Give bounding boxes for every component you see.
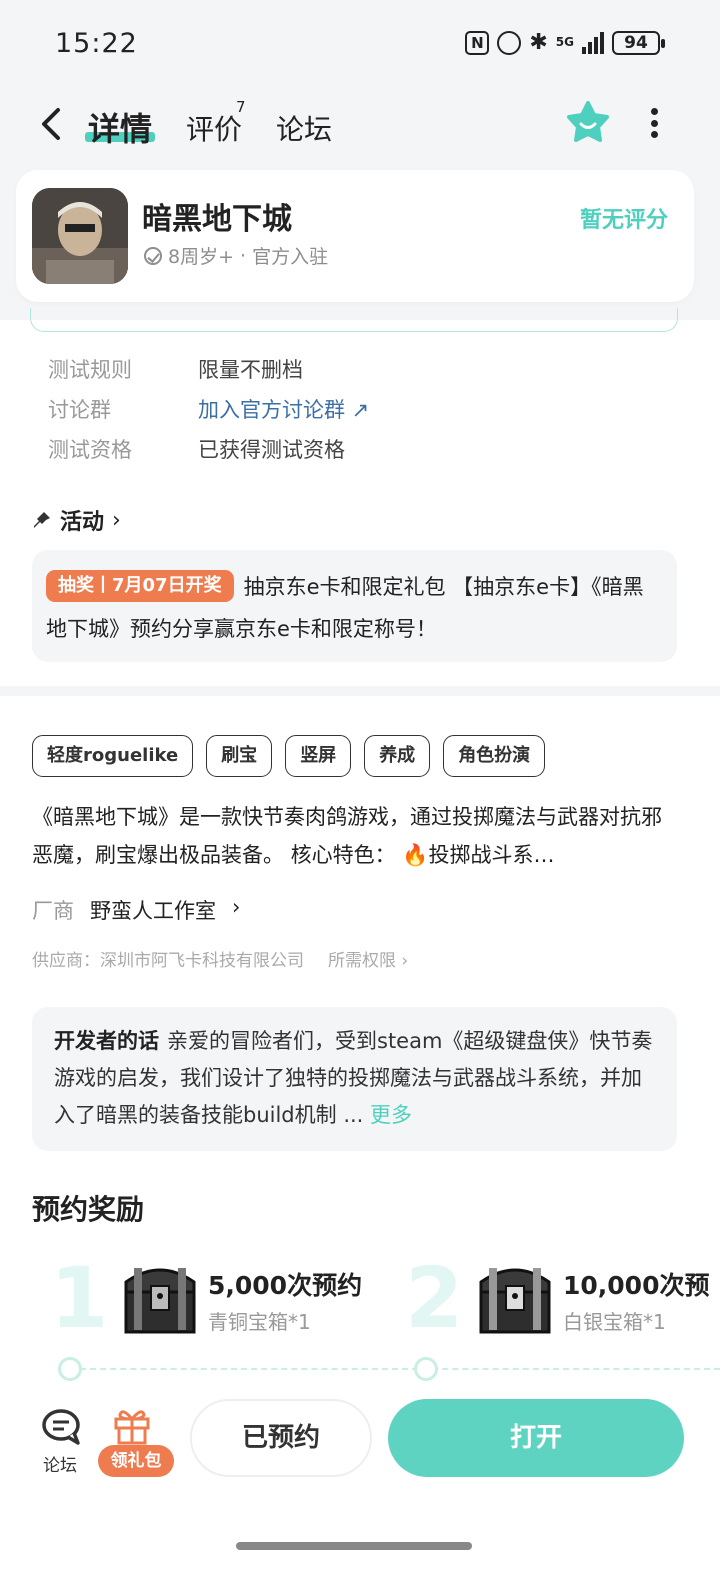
- external-link-icon: ↗: [345, 398, 370, 422]
- page: 15:22 N ✱ 5G 94 详情 评价 7 论坛 暗黑地下城 8周岁+ · …: [0, 0, 720, 1595]
- supplier-row: 供应商：深圳市阿飞卡科技有限公司 所需权限 ›: [32, 946, 408, 971]
- developer-note-card[interactable]: 开发者的话 亲爱的冒险者们，受到steam《超级键盘侠》快节奏游戏的启发，我们设计…: [32, 1007, 677, 1151]
- info-row-group: 讨论群 加入官方讨论群 ↗: [48, 394, 369, 424]
- more-link[interactable]: 更多: [370, 1103, 412, 1127]
- battery-level: 94: [624, 32, 648, 53]
- card-edge: [30, 308, 678, 332]
- tag-loot[interactable]: 刷宝: [206, 735, 273, 777]
- tab-reviews[interactable]: 评价: [186, 108, 242, 148]
- activity-card[interactable]: 抽奖丨7月07日开奖 抽京东e卡和限定礼包 【抽京东e卡】《暗黑地下城》预约分享赢…: [32, 550, 677, 662]
- game-description[interactable]: 《暗黑地下城》是一款快节奏肉鸽游戏，通过投掷魔法与武器对抗邪恶魔，刷宝爆出极品装…: [32, 798, 682, 874]
- info-value: 限量不删档: [198, 358, 303, 382]
- activity-title: 活动: [60, 510, 105, 535]
- reward-prize: 青铜宝箱*1: [208, 1310, 311, 1334]
- app-header-card: 暗黑地下城 8周岁+ · 官方入驻 暂无评分: [16, 170, 694, 302]
- tag-list: 轻度roguelike 刷宝 竖屏 养成 角色扮演: [32, 735, 546, 777]
- bluetooth-icon: ✱: [529, 30, 548, 55]
- join-group-link[interactable]: 加入官方讨论群 ↗: [198, 394, 369, 424]
- status-icons: N ✱ 5G 94: [465, 30, 665, 55]
- tab-forum[interactable]: 论坛: [276, 108, 332, 148]
- reward-prize: 白银宝箱*1: [563, 1310, 666, 1334]
- favorite-star-icon[interactable]: [565, 100, 611, 146]
- app-icon[interactable]: [32, 188, 128, 284]
- developer-note-title: 开发者的话: [54, 1029, 159, 1053]
- reward-rank: 1: [50, 1249, 109, 1347]
- maker-name: 野蛮人工作室: [90, 899, 216, 923]
- reward-rank: 2: [405, 1250, 464, 1347]
- permissions-link[interactable]: 所需权限 ›: [328, 946, 408, 971]
- activity-header[interactable]: 活动 ›: [32, 504, 121, 536]
- battery-icon: 94: [612, 30, 665, 55]
- tag-portrait[interactable]: 竖屏: [285, 735, 352, 777]
- info-row-qualification: 测试资格 已获得测试资格: [48, 434, 345, 464]
- maker-label: 厂商: [32, 899, 74, 923]
- bottom-action-bar: 论坛 领礼包 已预约 打开: [0, 1385, 720, 1595]
- section-divider: [0, 686, 720, 696]
- reward-milestone: 5,000次预约: [208, 1271, 363, 1300]
- forum-chat-icon[interactable]: [40, 1407, 84, 1447]
- age-rating: 8周岁+: [168, 246, 235, 268]
- signal-icon: [582, 31, 604, 54]
- home-indicator[interactable]: [236, 1542, 472, 1550]
- chevron-right-icon: ›: [112, 507, 121, 533]
- info-row-test-rule: 测试规则 限量不删档: [48, 354, 303, 384]
- timeline-dot: [58, 1357, 82, 1381]
- treasure-chest-icon: [124, 1268, 196, 1334]
- back-arrow-icon[interactable]: [38, 106, 68, 142]
- nfc-icon: N: [465, 30, 490, 55]
- reward-milestone: 10,000次预: [563, 1271, 710, 1300]
- info-label: 讨论群: [48, 398, 111, 422]
- reward-item: 1 5,000次预约 青铜宝箱*1: [50, 1250, 380, 1350]
- treasure-chest-icon: [479, 1268, 551, 1334]
- verified-icon: [144, 246, 162, 265]
- reserved-button[interactable]: 已预约: [190, 1399, 372, 1477]
- pin-icon: [34, 512, 50, 528]
- gift-pack-button[interactable]: 领礼包: [98, 1445, 174, 1477]
- network-type: 5G: [555, 35, 574, 49]
- game-character-image: [32, 188, 128, 284]
- status-bar: 15:22 N ✱ 5G 94: [0, 0, 720, 90]
- timeline-dot: [414, 1357, 438, 1381]
- forum-label[interactable]: 论坛: [43, 1451, 77, 1476]
- more-options-icon[interactable]: [650, 108, 658, 138]
- maker-row[interactable]: 厂商 野蛮人工作室 ›: [32, 895, 240, 925]
- app-meta: 8周岁+ · 官方入驻: [144, 242, 328, 269]
- reward-item: 2 10,000次预 白银宝箱*1: [405, 1250, 720, 1350]
- chevron-right-icon: ›: [232, 895, 241, 919]
- reward-timeline: [70, 1368, 720, 1370]
- info-value: 已获得测试资格: [198, 438, 345, 462]
- info-label: 测试规则: [48, 358, 132, 382]
- info-label: 测试资格: [48, 438, 132, 462]
- status-time: 15:22: [55, 28, 138, 59]
- official-label: 官方入驻: [252, 246, 329, 268]
- open-button[interactable]: 打开: [388, 1399, 684, 1477]
- tag-growth[interactable]: 养成: [364, 735, 431, 777]
- review-count-badge: 7: [236, 98, 246, 116]
- tab-details[interactable]: 详情: [88, 104, 152, 150]
- app-name: 暗黑地下城: [142, 202, 292, 237]
- rewards-title: 预约奖励: [32, 1193, 145, 1226]
- meta-separator: ·: [240, 244, 247, 267]
- join-group-text: 加入官方讨论群: [198, 398, 345, 422]
- tag-rpg[interactable]: 角色扮演: [443, 735, 546, 777]
- permissions-text: 所需权限: [328, 951, 396, 971]
- lottery-badge: 抽奖丨7月07日开奖: [46, 570, 234, 602]
- gift-icon[interactable]: [112, 1405, 152, 1445]
- alarm-icon: [497, 30, 522, 55]
- tag-roguelike[interactable]: 轻度roguelike: [32, 735, 194, 777]
- rating-score: 暂无评分: [579, 208, 668, 233]
- supplier-text: 供应商：深圳市阿飞卡科技有限公司: [32, 951, 304, 971]
- top-nav: 详情 评价 7 论坛: [0, 90, 720, 170]
